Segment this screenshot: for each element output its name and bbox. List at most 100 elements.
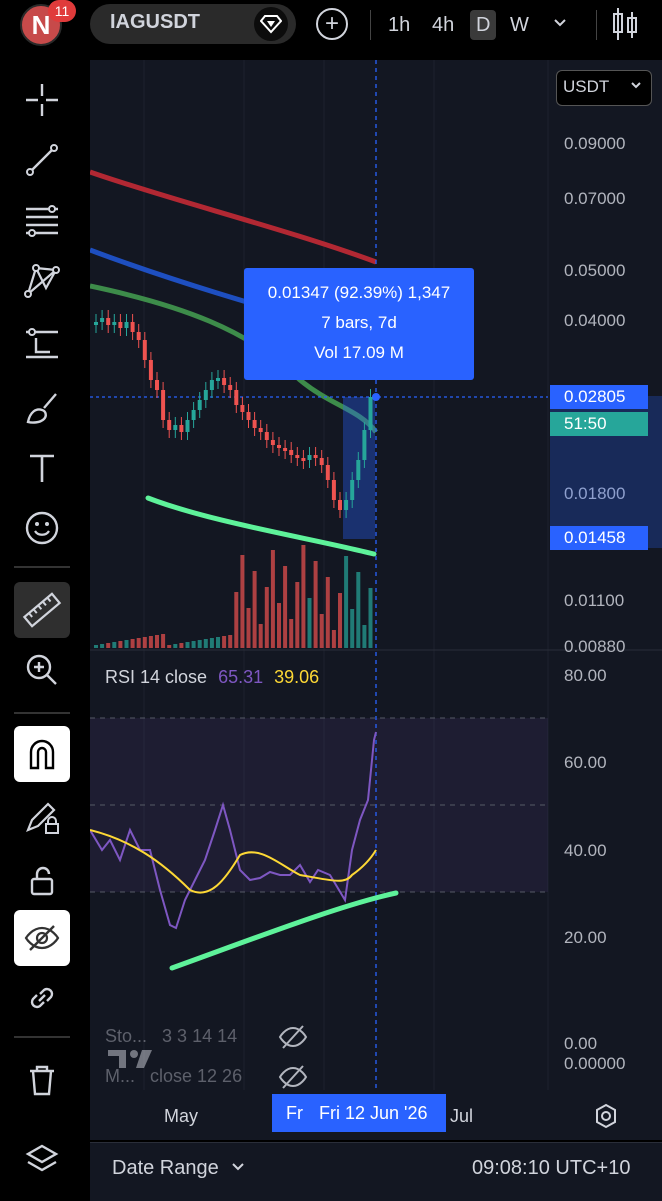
candle [142, 340, 147, 360]
indicator-name: Sto... [105, 1026, 148, 1046]
candle [319, 458, 324, 465]
magnet-icon[interactable] [14, 726, 70, 782]
brush-icon[interactable] [14, 380, 70, 436]
price-label: 0.01100 [564, 591, 625, 610]
candle [136, 332, 141, 340]
rsi-title: RSI 14 close [105, 667, 208, 687]
candle [222, 378, 227, 385]
candle [344, 500, 349, 510]
ma-red-line [90, 169, 377, 265]
crosshair-icon[interactable] [14, 72, 70, 128]
candle [307, 455, 312, 460]
candle [240, 405, 245, 412]
volume-bar [362, 625, 367, 648]
crosshair-date-tag: Fr Fri 12 Jun '26 [272, 1094, 446, 1132]
countdown-tag: 51:50 [550, 412, 648, 436]
candle [112, 322, 117, 325]
volume-bar [356, 572, 361, 648]
toolbar-divider [14, 566, 70, 568]
ruler-icon[interactable] [14, 582, 70, 638]
rsi-trendline[interactable] [169, 890, 399, 971]
volume-bar [331, 630, 336, 648]
measure-volume: Vol 17.09 M [314, 343, 404, 362]
emoji-icon[interactable] [14, 500, 70, 556]
volume-bar [289, 619, 294, 648]
add-symbol-button[interactable]: + [316, 8, 348, 40]
volume-bar [100, 644, 105, 648]
timeframe-d[interactable]: D [470, 10, 497, 40]
candle [277, 445, 281, 448]
candle [130, 322, 135, 332]
volume-bar [258, 624, 263, 648]
date-range-button[interactable]: Date Range [112, 1157, 246, 1180]
price-label: 0.05000 [564, 261, 626, 280]
text-icon[interactable] [14, 440, 70, 496]
rsi-scale-label: 40.00 [564, 841, 607, 860]
symbol-name[interactable]: IAGUSDT [110, 11, 200, 34]
candle [161, 390, 166, 420]
eye-off-icon[interactable] [278, 1064, 308, 1095]
link-icon[interactable] [14, 970, 70, 1026]
candle [368, 397, 373, 430]
lock-drawing-icon[interactable] [14, 790, 70, 846]
gem-icon[interactable] [254, 7, 288, 41]
date-label-fr: Fr [286, 1102, 303, 1123]
stoch-legend[interactable]: Sto... 3 3 14 14 [105, 1026, 237, 1047]
measure-change: 0.01347 (92.39%) 1,347 [267, 283, 451, 302]
trash-icon[interactable] [14, 1052, 70, 1108]
candle [185, 420, 190, 432]
volume-bar [106, 643, 111, 648]
volume-bar [264, 587, 269, 648]
volume-bar [94, 645, 98, 648]
volume-bar [124, 640, 129, 648]
layers-icon[interactable] [14, 1132, 70, 1188]
volume-bar [148, 636, 153, 648]
candle [264, 432, 269, 440]
prediction-icon[interactable] [14, 316, 70, 372]
rsi-value: 65.31 [218, 667, 264, 687]
volume-bar [234, 592, 239, 648]
eye-off-icon[interactable] [278, 1024, 308, 1055]
candlestick-icon[interactable] [610, 6, 640, 47]
volume-bar [246, 608, 251, 648]
rsi-scale-label: 60.00 [564, 753, 607, 772]
trendline-icon[interactable] [14, 132, 70, 188]
rsi-legend[interactable]: RSI 14 close 65.31 39.06 [105, 667, 319, 688]
chevron-down-icon [629, 77, 643, 97]
volume-bar [216, 637, 220, 648]
timeframe-w[interactable]: W [504, 10, 535, 40]
candle [350, 480, 355, 500]
volume-bar [295, 582, 300, 648]
candle [124, 322, 129, 328]
toolbar-divider [14, 712, 70, 714]
candle [234, 390, 239, 405]
candle [356, 460, 361, 480]
volume-bar [203, 639, 208, 648]
chevron-down-icon[interactable] [550, 12, 570, 37]
chevron-down-icon [232, 1163, 245, 1171]
candle [106, 318, 111, 325]
timeframe-1h[interactable]: 1h [382, 10, 416, 40]
hide-icon[interactable] [14, 910, 70, 966]
fib-icon[interactable] [14, 192, 70, 248]
volume-bars [94, 545, 373, 648]
settings-icon[interactable] [592, 1102, 620, 1135]
price-label: 0.00880 [564, 637, 626, 656]
unlock-icon[interactable] [14, 852, 70, 908]
candle [94, 322, 98, 325]
pattern-icon[interactable] [14, 252, 70, 308]
date-label-may: May [164, 1106, 199, 1126]
volume-bar [283, 566, 288, 648]
rsi-band [90, 718, 548, 892]
clock-time[interactable]: 09:08:10 UTC+10 [472, 1157, 630, 1180]
candle [203, 390, 208, 400]
currency-label: USDT [563, 77, 610, 96]
candle [289, 450, 294, 455]
currency-select[interactable]: USDT [556, 70, 652, 106]
timeframe-4h[interactable]: 4h [426, 10, 460, 40]
zoom-icon[interactable] [14, 642, 70, 698]
tradingview-logo [106, 1046, 158, 1077]
candle [191, 410, 196, 420]
rsi-scale-label: 80.00 [564, 666, 607, 685]
volume-bar [240, 555, 245, 648]
